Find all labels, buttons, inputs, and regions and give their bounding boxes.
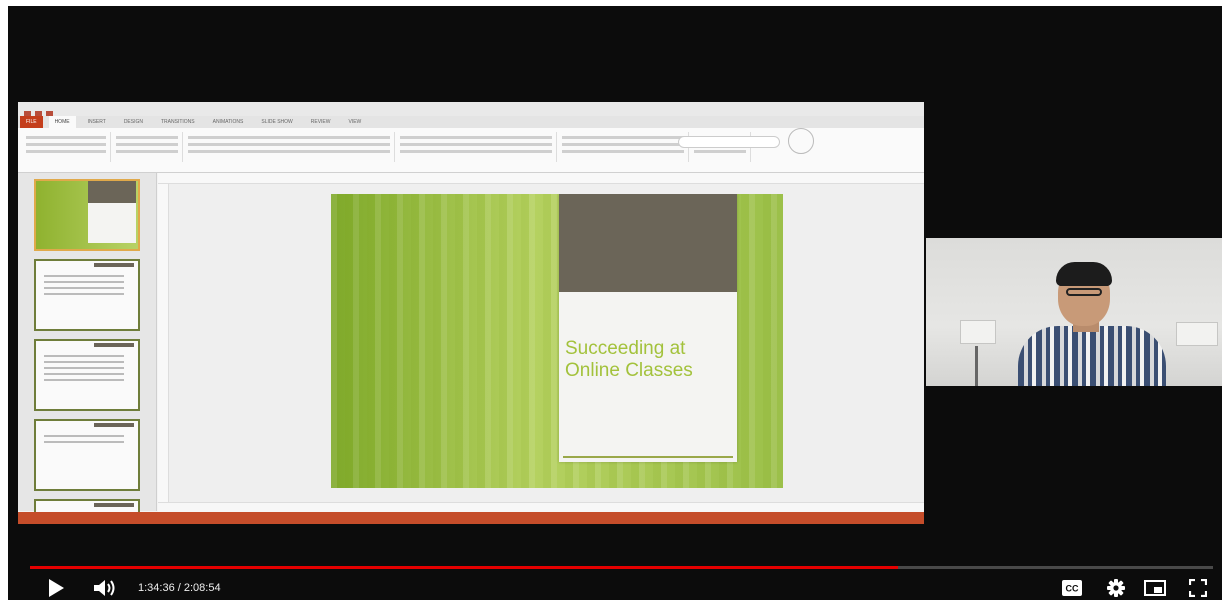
presenter-body [1018,326,1166,386]
ribbon-tab: DESIGN [123,119,143,125]
ribbon-tabs: FILE HOME INSERT DESIGN TRANSITIONS ANIM… [18,116,924,128]
slide-title-box: Succeeding at Online Classes [559,194,737,462]
current-slide: Succeeding at Online Classes [331,194,783,488]
wall-outlet [960,320,996,344]
gear-icon [1107,579,1125,597]
slide-accent-line [563,456,733,458]
quick-access-toolbar [24,105,94,118]
ribbon-group-slides [112,132,183,162]
svg-text:CC: CC [1066,584,1079,594]
status-bar [18,512,924,524]
slide-editor-canvas: Succeeding at Online Classes [169,184,924,502]
glasses [1066,288,1102,296]
app-title-bar [18,102,924,118]
ribbon-tab: ANIMATIONS [212,119,244,125]
volume-button[interactable] [92,576,118,600]
ribbon-tab: HOME [48,116,76,128]
ribbon-group-clipboard [22,132,111,162]
presenter-hair [1056,262,1112,286]
horizontal-ruler [158,173,924,184]
settings-button[interactable] [1104,576,1128,600]
webcam-feed [926,238,1222,386]
wall-outlet [1176,322,1218,346]
ribbon-tab: INSERT [87,119,106,125]
play-icon [48,579,64,597]
slide-thumbnail-pane [18,173,157,519]
cable [975,346,978,386]
time-display: 1:34:36 / 2:08:54 [138,582,221,594]
progress-bar[interactable] [30,566,1213,569]
play-button[interactable] [46,576,66,600]
captions-icon: CC [1062,580,1082,596]
vertical-ruler [158,184,169,502]
ribbon-tab: REVIEW [310,119,331,125]
slide-thumbnail [34,179,140,251]
slide-thumbnail [34,419,140,491]
ribbon-tab: SLIDE SHOW [261,119,293,125]
ribbon-tab: TRANSITIONS [160,119,195,125]
slide-thumbnail [34,259,140,331]
slide-header-block [559,194,737,292]
ribbon-group-paragraph [396,132,557,162]
progress-bar-fill [30,566,899,569]
screen-share-frame: FILE HOME INSERT DESIGN TRANSITIONS ANIM… [18,102,924,524]
cursor-highlight-icon [788,128,814,154]
miniplayer-button[interactable] [1140,576,1170,600]
notes-bar [158,502,924,512]
slide-thumbnail [34,339,140,411]
ribbon-group-font [184,132,395,162]
search-field [678,136,780,148]
ribbon-toolbar [18,128,924,173]
fullscreen-button[interactable] [1186,576,1210,600]
captions-button[interactable]: CC [1060,576,1084,600]
fullscreen-icon [1189,579,1207,597]
volume-icon [93,579,117,597]
miniplayer-icon [1144,580,1166,596]
ribbon-tab: FILE [20,116,43,128]
ribbon-tab: VIEW [348,119,362,125]
player-controls: 1:34:36 / 2:08:54 CC [30,576,1213,600]
ribbon-group-drawing [558,132,689,162]
video-player[interactable]: FILE HOME INSERT DESIGN TRANSITIONS ANIM… [8,6,1222,600]
slide-title: Succeeding at Online Classes [565,338,693,381]
